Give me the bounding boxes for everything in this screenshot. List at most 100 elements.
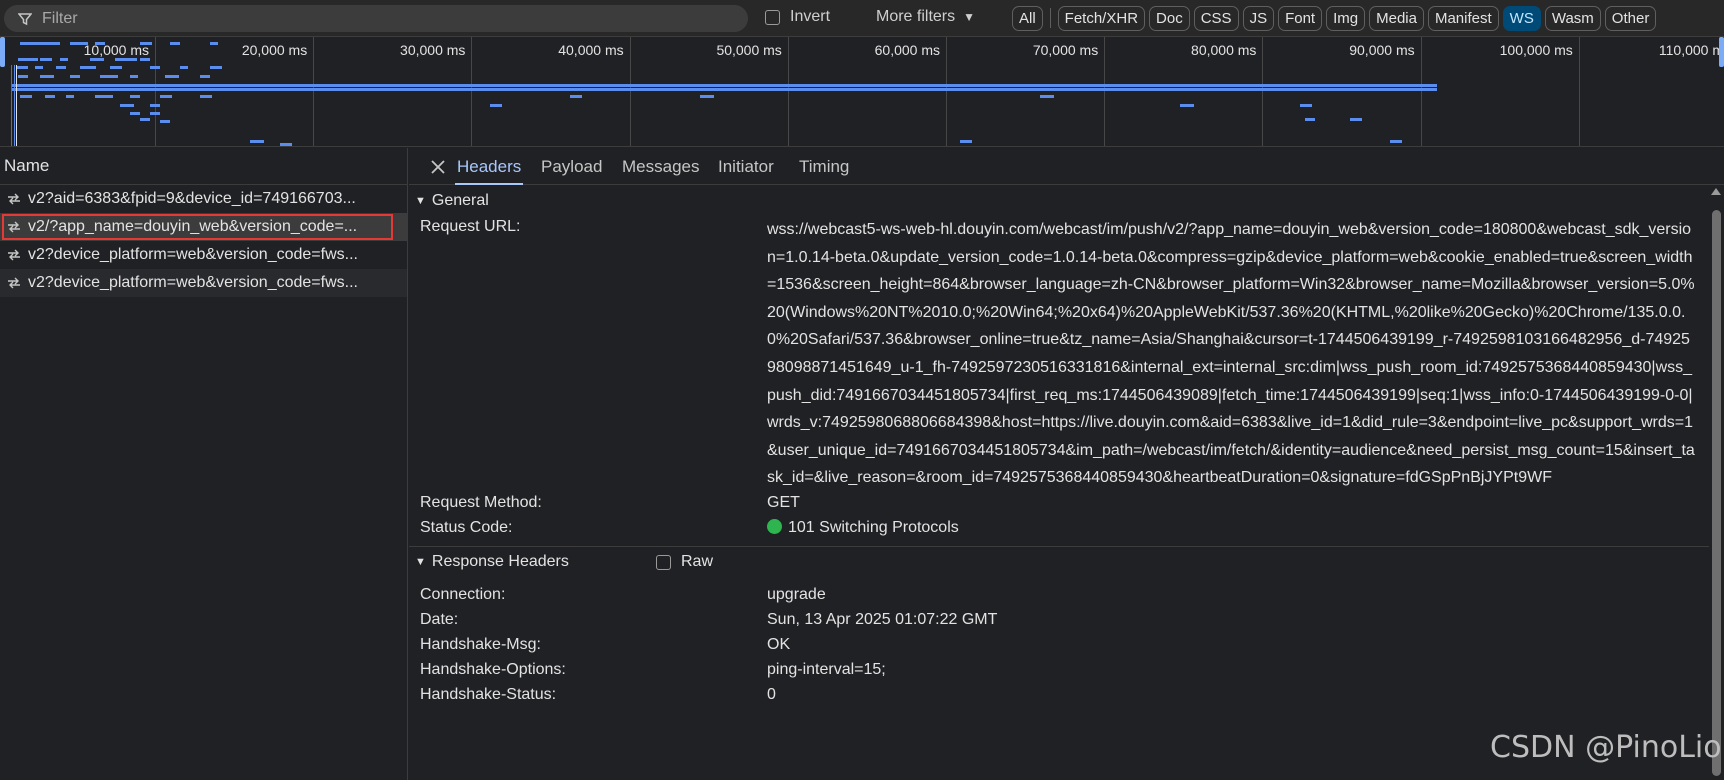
timeline-request-bar — [200, 95, 212, 98]
timeline-gridline — [155, 37, 156, 146]
filter-chip-other[interactable]: Other — [1604, 6, 1657, 31]
timeline-request-bar — [100, 75, 118, 78]
filter-chip-ws[interactable]: WS — [1502, 6, 1541, 31]
request-name: v2?aid=6383&fpid=9&device_id=749166703..… — [28, 190, 356, 207]
response-header-name: Handshake-Options: — [420, 661, 566, 678]
filter-icon — [18, 12, 32, 25]
response-header-value: Sun, 13 Apr 2025 01:07:22 GMT — [767, 611, 998, 628]
timeline-request-bar — [140, 58, 150, 61]
timeline-request-bar — [18, 58, 38, 61]
websocket-icon — [8, 249, 20, 261]
filter-chip-js[interactable]: JS — [1242, 6, 1275, 31]
request-url-value: wss://webcast5-ws-web-hl.douyin.com/webc… — [767, 221, 1695, 487]
filter-chip-img[interactable]: Img — [1326, 6, 1366, 31]
request-row[interactable]: v2/?app_name=douyin_web&version_code=... — [0, 213, 407, 241]
response-header-value: OK — [767, 636, 791, 653]
timeline-request-bar — [50, 42, 60, 45]
timeline-left-handle[interactable] — [0, 37, 5, 67]
timeline-request-bar — [570, 95, 582, 98]
tab-payload[interactable]: Payload — [541, 148, 602, 185]
close-icon[interactable] — [427, 156, 449, 178]
general-section-header[interactable]: ▼ General — [409, 186, 489, 216]
timeline-request-bar — [45, 95, 55, 98]
timeline-request-bar — [18, 75, 28, 78]
request-row[interactable]: v2?aid=6383&fpid=9&device_id=749166703..… — [0, 185, 407, 213]
details-tabbar: Headers Payload Messages Initiator Timin… — [409, 148, 1724, 185]
timeline-request-bar — [700, 95, 714, 98]
timeline-tick-label: 80,000 ms — [1191, 42, 1257, 58]
response-headers-section-header[interactable]: ▼ Response Headers — [409, 547, 569, 577]
timeline-gridline — [1262, 37, 1264, 146]
name-column-header[interactable]: Name — [0, 148, 407, 185]
filter-chip-doc[interactable]: Doc — [1149, 6, 1190, 31]
scroll-up-icon[interactable] — [1711, 188, 1721, 195]
timeline-event-marker — [11, 65, 12, 146]
response-headers-title: Response Headers — [431, 553, 569, 570]
raw-toggle[interactable]: Raw — [656, 553, 713, 571]
timeline-request-bar — [12, 84, 1437, 87]
timeline-gridline — [787, 37, 789, 146]
more-filters-dropdown[interactable]: More filters ▼ — [876, 8, 975, 26]
timeline-request-bar — [160, 120, 170, 123]
timeline-tick-label: 70,000 ms — [1032, 42, 1099, 58]
timeline-request-bar — [56, 66, 66, 69]
request-name: v2?device_platform=web&version_code=fws.… — [28, 274, 358, 291]
tab-timing[interactable]: Timing — [799, 148, 849, 185]
timeline-request-bar — [40, 75, 54, 78]
timeline-request-bar — [490, 104, 502, 107]
timeline-request-bar — [130, 112, 140, 115]
filter-chip-media[interactable]: Media — [1369, 6, 1424, 31]
filter-chip-fetch-xhr[interactable]: Fetch/XHR — [1057, 6, 1146, 31]
response-header-value: ping-interval=15; — [767, 661, 886, 678]
tab-initiator[interactable]: Initiator — [718, 148, 774, 185]
timeline-request-bar — [210, 66, 222, 69]
timeline-request-bar — [115, 58, 137, 61]
network-overview-timeline[interactable]: 10,000 ms 20,000 ms 30,000 ms 40,000 ms 50,0… — [0, 37, 1724, 147]
timeline-request-bar — [180, 66, 188, 69]
timeline-tick-label: 50,000 ms — [716, 42, 782, 58]
request-row[interactable]: v2?device_platform=web&version_code=fws.… — [0, 269, 407, 297]
timeline-request-bar — [1300, 104, 1312, 107]
timeline-request-bar — [1350, 118, 1362, 121]
filter-chip-css[interactable]: CSS — [1193, 6, 1239, 31]
triangle-down-icon: ▼ — [415, 195, 426, 207]
invert-checkbox[interactable]: Invert — [765, 8, 830, 26]
filter-toolbar: Filter Invert More filters ▼ All Fetch/XH… — [0, 0, 1724, 37]
filter-chip-manifest[interactable]: Manifest — [1427, 6, 1499, 31]
filter-chip-all[interactable]: All — [1012, 6, 1043, 31]
timeline-event-marker — [16, 65, 17, 146]
filter-input[interactable]: Filter — [4, 5, 748, 32]
timeline-request-bar — [95, 42, 105, 45]
timeline-request-bar — [1180, 104, 1194, 107]
timeline-request-bar — [210, 42, 218, 45]
response-header-name: Date: — [420, 611, 459, 628]
tab-headers[interactable]: Headers — [454, 148, 524, 185]
headers-content: ▼ General Request URL: wss://webcast5-ws… — [409, 186, 1709, 780]
timeline-gridline — [1578, 37, 1580, 146]
status-code-text: 101 Switching Protocols — [788, 519, 959, 536]
filter-chip-wasm[interactable]: Wasm — [1544, 6, 1601, 31]
timeline-request-bar — [165, 75, 179, 78]
request-method-label: Request Method: — [420, 494, 542, 511]
timeline-request-bar — [150, 104, 160, 107]
timeline-request-bar — [12, 88, 1437, 91]
timeline-request-bar — [170, 42, 180, 45]
timeline-tick-label: 90,000 ms — [1349, 42, 1415, 58]
request-name: v2?device_platform=web&version_code=fws.… — [28, 246, 358, 263]
filter-chip-font[interactable]: Font — [1278, 6, 1323, 31]
timeline-gridline — [629, 37, 631, 146]
timeline-tick-label: 110,000 ms — [1658, 42, 1724, 58]
scrollbar-thumb[interactable] — [1712, 210, 1721, 776]
timeline-request-bar — [60, 58, 68, 61]
tab-messages[interactable]: Messages — [622, 148, 699, 185]
invert-checkbox-box[interactable] — [765, 9, 780, 25]
status-code-value: 101 Switching Protocols — [767, 519, 959, 537]
timeline-right-handle[interactable] — [1719, 37, 1724, 67]
timeline-gridline — [1420, 37, 1422, 146]
raw-checkbox[interactable] — [656, 554, 671, 570]
details-scrollbar[interactable] — [1710, 188, 1722, 778]
request-row[interactable]: v2?device_platform=web&version_code=fws.… — [0, 241, 407, 269]
timeline-request-bar — [1305, 118, 1315, 121]
response-header-value: upgrade — [767, 586, 826, 603]
watermark: CSDN @PinoLio — [1490, 730, 1722, 765]
